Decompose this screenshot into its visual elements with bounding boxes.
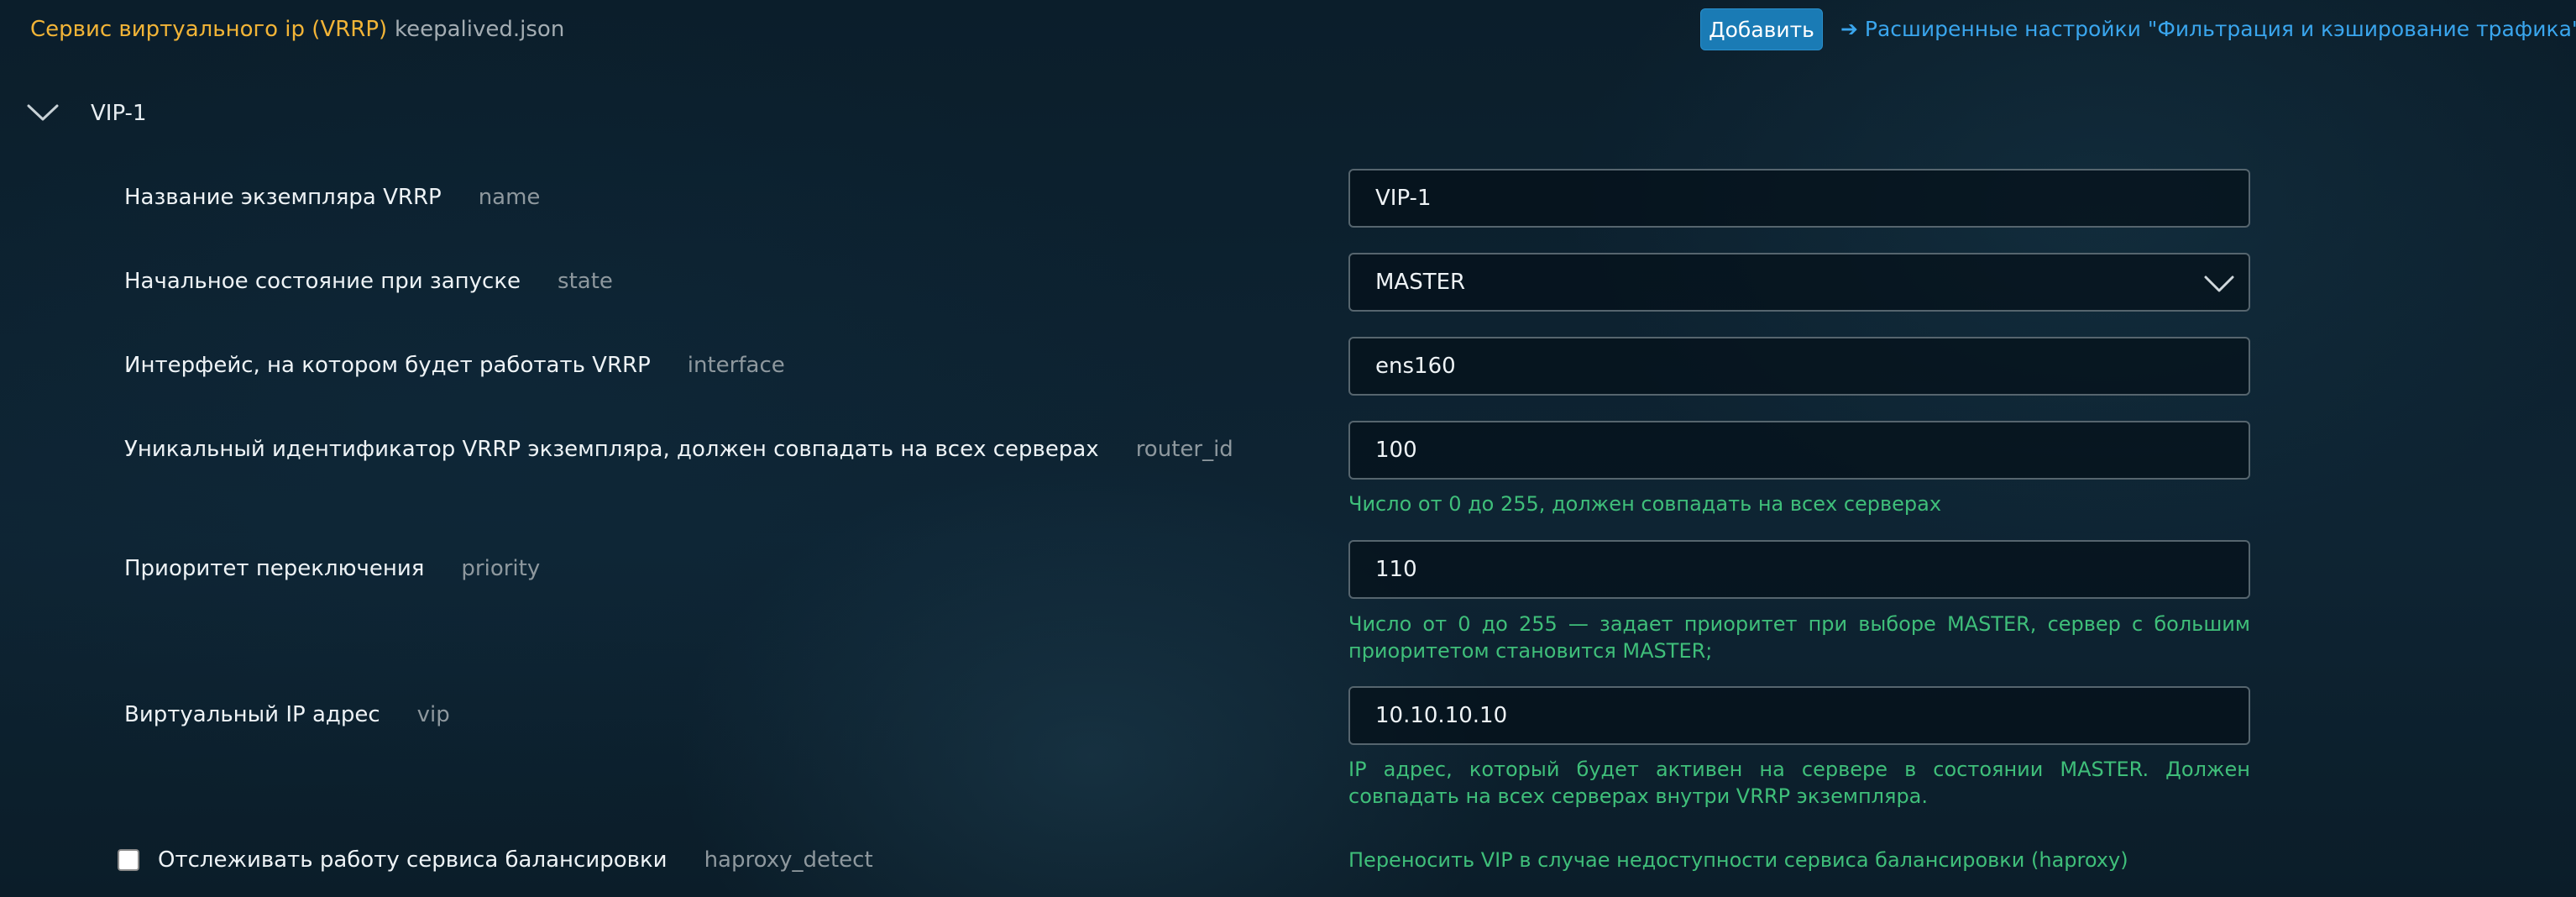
router-id-hint: Число от 0 до 255, должен совпадать на в… xyxy=(1348,492,1942,516)
name-input[interactable]: VIP-1 xyxy=(1348,169,2250,228)
state-select-value: MASTER xyxy=(1375,270,1466,295)
haproxy-detect-checkbox[interactable] xyxy=(118,849,139,871)
router-id-input[interactable]: 100 xyxy=(1348,421,2250,480)
page-title: Сервис виртуального ip (VRRP) xyxy=(30,17,388,42)
router-id-label: Уникальный идентификатор VRRP экземпляра… xyxy=(124,437,1099,462)
advanced-settings-link[interactable]: ➔ Расширенные настройки "Фильтрация и кэ… xyxy=(1840,12,2576,47)
interface-row-label: Интерфейс, на котором будет работать VRR… xyxy=(124,349,785,382)
interface-input-value: ens160 xyxy=(1375,354,1456,379)
priority-input[interactable]: 110 xyxy=(1348,540,2250,599)
vip-key: vip xyxy=(416,702,450,727)
vip-input-value: 10.10.10.10 xyxy=(1375,703,1508,728)
router-id-key: router_id xyxy=(1135,437,1233,462)
vip-hint: IP адрес, который будет активен на серве… xyxy=(1348,758,2250,808)
priority-key: priority xyxy=(461,556,541,581)
priority-hint: Число от 0 до 255 — задает приоритет при… xyxy=(1348,612,2250,663)
name-input-value: VIP-1 xyxy=(1375,186,1432,211)
name-label: Название экземпляра VRRP xyxy=(124,185,442,210)
haproxy-detect-row-label: Отслеживать работу сервиса балансировки h… xyxy=(158,843,873,877)
haproxy-detect-hint: Переносить VIP в случае недоступности се… xyxy=(1348,848,2128,872)
add-button[interactable]: Добавить xyxy=(1700,8,1823,50)
name-row-label: Название экземпляра VRRP name xyxy=(124,181,540,214)
config-file-name: keepalived.json xyxy=(395,17,565,42)
state-row-label: Начальное состояние при запуске state xyxy=(124,265,613,298)
chevron-down-icon xyxy=(2204,275,2234,292)
vip-input[interactable]: 10.10.10.10 xyxy=(1348,686,2250,745)
priority-row-label: Приоритет переключения priority xyxy=(124,552,540,585)
section-title: VIP-1 xyxy=(91,101,147,126)
haproxy-detect-label: Отслеживать работу сервиса балансировки xyxy=(158,847,668,873)
name-key: name xyxy=(478,185,541,210)
interface-key: interface xyxy=(687,353,785,378)
collapse-toggle[interactable] xyxy=(24,94,62,133)
interface-label: Интерфейс, на котором будет работать VRR… xyxy=(124,353,651,378)
haproxy-detect-key: haproxy_detect xyxy=(704,847,873,873)
state-label: Начальное состояние при запуске xyxy=(124,269,521,294)
state-select[interactable]: MASTER xyxy=(1348,253,2250,312)
router-id-input-value: 100 xyxy=(1375,438,1417,463)
state-key: state xyxy=(558,269,613,294)
priority-label: Приоритет переключения xyxy=(124,556,425,581)
router-id-row-label: Уникальный идентификатор VRRP экземпляра… xyxy=(124,433,1233,466)
chevron-down-icon xyxy=(27,104,59,121)
priority-input-value: 110 xyxy=(1375,557,1417,582)
interface-input[interactable]: ens160 xyxy=(1348,337,2250,396)
vrrp-settings-page: Сервис виртуального ip (VRRP) keepalived… xyxy=(0,0,2576,897)
vip-row-label: Виртуальный IP адрес vip xyxy=(124,698,450,732)
vip-label: Виртуальный IP адрес xyxy=(124,702,380,727)
